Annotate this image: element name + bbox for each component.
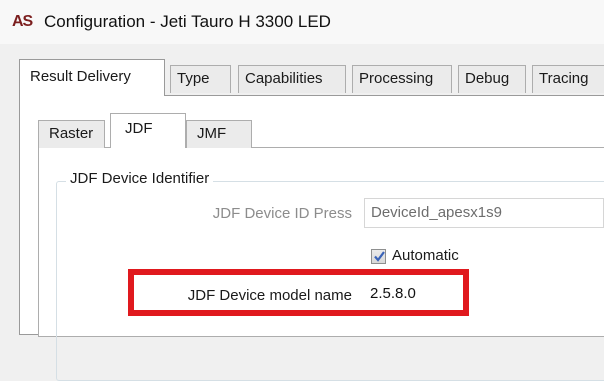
checkmark-icon [374,251,385,262]
tab-processing[interactable]: Processing [352,65,452,93]
device-id-field[interactable]: DeviceId_apesx1s9 [364,198,604,228]
window-title: Configuration - Jeti Tauro H 3300 LED [44,12,331,31]
tab-tracing[interactable]: Tracing [532,65,604,93]
tab-jmf[interactable]: JMF [186,120,252,148]
tab-raster[interactable]: Raster [38,120,105,148]
tab-debug[interactable]: Debug [458,65,526,93]
device-id-label: JDF Device ID Press [212,205,352,222]
group-title: JDF Device Identifier [66,170,214,187]
app-logo-icon: AS [12,13,33,30]
tab-result-delivery[interactable]: Result Delivery [19,59,165,96]
tab-capabilities[interactable]: Capabilities [238,65,346,93]
tab-type[interactable]: Type [170,65,231,93]
tab-jdf[interactable]: JDF [110,113,186,148]
title-bar: AS Configuration - Jeti Tauro H 3300 LED [0,0,604,45]
highlight-annotation [128,269,469,316]
automatic-checkbox[interactable] [371,249,386,264]
automatic-label: Automatic [392,247,459,264]
